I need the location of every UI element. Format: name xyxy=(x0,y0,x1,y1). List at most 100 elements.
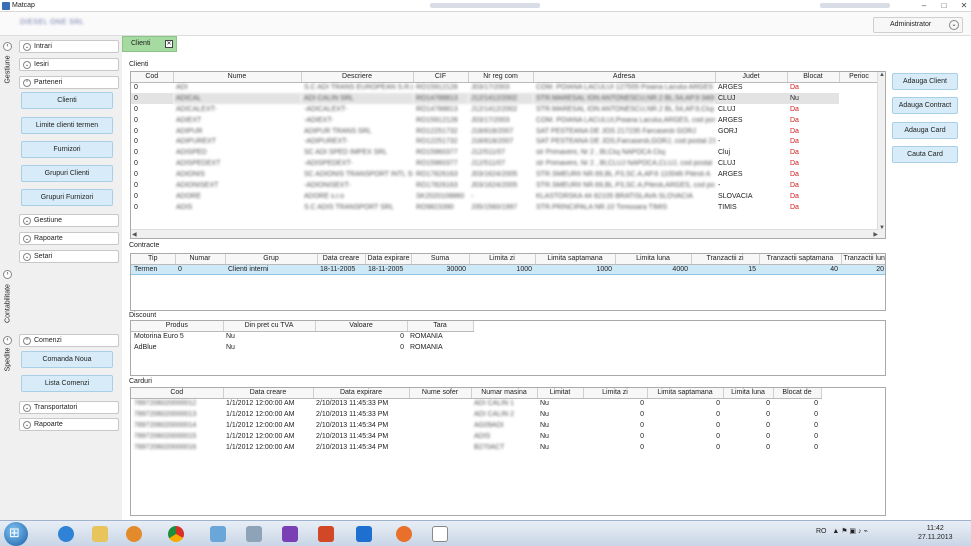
minimize-icon[interactable]: – xyxy=(919,1,929,10)
maximize-icon[interactable]: □ xyxy=(939,1,949,10)
clienti-table-row[interactable]: 0 ADICAL ADI CALIN SRL RO14788813 J12/1412/2… xyxy=(131,92,879,104)
chevron-left-icon[interactable]: ‹ xyxy=(3,42,12,51)
contracte-column-header[interactable]: Data expirare xyxy=(365,254,412,265)
clienti-column-header[interactable]: Nume xyxy=(173,72,302,83)
clienti-table-row[interactable]: 0 ADIONISEXT -ADIONISEXT- RO17826163 J03/162… xyxy=(131,180,879,191)
clienti-horizontal-scrollbar[interactable]: ◀ ▶ xyxy=(131,229,879,238)
chevron-left-icon[interactable]: ‹ xyxy=(3,336,12,345)
sidebar-group-iesiri[interactable]: ⌄ Iesiri xyxy=(19,58,119,71)
contracte-column-header[interactable]: Limita saptamana xyxy=(535,254,616,265)
contracte-column-header[interactable]: Suma xyxy=(411,254,470,265)
carduri-table-row[interactable]: 7897206020000016 1/1/2012 12:00:00 AM 2/10… xyxy=(131,442,821,453)
discount-column-header[interactable]: Produs xyxy=(131,321,224,332)
contracte-column-header[interactable]: Grup xyxy=(225,254,318,265)
sidebar-item-furnizori[interactable]: Furnizori xyxy=(21,141,113,158)
contracte-column-header[interactable]: Limita zi xyxy=(469,254,536,265)
clienti-table-row[interactable]: 0 ADISPED SC ADI SPED IMPEX SRL RO15960377 J… xyxy=(131,147,879,158)
discount-table-row[interactable]: AdBlue Nu 0 ROMANIA xyxy=(131,342,473,353)
carduri-column-header[interactable]: Cod xyxy=(131,388,224,399)
add-card-button[interactable]: Adauga Card xyxy=(892,122,958,139)
system-tray[interactable]: RO ▲ ⚑ ▣ ♪ ⌁ xyxy=(816,527,868,535)
clienti-column-header[interactable]: Perioc xyxy=(839,72,880,83)
clienti-table-row[interactable]: 0 ADICALEXT- -ADICALEXT- RO14788813 J12/1412… xyxy=(131,104,879,115)
sidebar-item-grupuri-clienti[interactable]: Grupuri Clienti xyxy=(21,165,113,182)
tools-icon[interactable] xyxy=(240,523,268,545)
contracte-column-header[interactable]: Data creare xyxy=(317,254,366,265)
vtab-spedite[interactable]: ‹ Spedite xyxy=(0,334,15,374)
clienti-table-row[interactable]: 0 ADISPEDEXT -ADISPEDEXT- RO15960377 J12/511… xyxy=(131,158,879,169)
clienti-table-row[interactable]: 0 ADIS S.C ADIS TRANSPORT SRL RO9823390 J35/… xyxy=(131,202,879,213)
sidebar-item-grupuri-furnizori[interactable]: Grupuri Furnizori xyxy=(21,189,113,206)
teamviewer-icon[interactable] xyxy=(350,523,378,545)
add-contract-button[interactable]: Adauga Contract xyxy=(892,97,958,114)
scroll-down-icon[interactable]: ▼ xyxy=(879,225,885,231)
discount-column-header[interactable]: Din pret cu TVA xyxy=(223,321,316,332)
sidebar-item-lista-comenzi[interactable]: Lista Comenzi xyxy=(21,375,113,392)
contracte-column-header[interactable]: Tip xyxy=(131,254,176,265)
powerpoint-icon[interactable] xyxy=(312,523,340,545)
sidebar-item-limite-clienti-termen[interactable]: Limite clienti termen xyxy=(21,117,113,134)
clienti-table-row[interactable]: 0 ADI S.C ADI TRANS EUROPEAN S.R.L RO159121… xyxy=(131,82,879,93)
chevron-right-icon[interactable]: › xyxy=(3,270,12,279)
clienti-column-header[interactable]: Blocat xyxy=(787,72,840,83)
carduri-column-header[interactable]: Blocat de xyxy=(773,388,822,399)
matcap-app-icon[interactable] xyxy=(426,523,454,545)
media-player-icon[interactable] xyxy=(120,523,148,545)
carduri-table-row[interactable]: 7897206020000012 1/1/2012 12:00:00 AM 2/10… xyxy=(131,398,821,409)
user-menu-button[interactable]: Administrator ⌄ xyxy=(873,17,963,33)
clienti-column-header[interactable]: Descriere xyxy=(301,72,414,83)
sidebar-item-comanda-noua[interactable]: Comanda Noua xyxy=(21,351,113,368)
contracte-column-header[interactable]: Tranzactii saptamana xyxy=(759,254,842,265)
contracte-column-header[interactable]: Tranzactii zi xyxy=(691,254,760,265)
clienti-column-header[interactable]: CIF xyxy=(413,72,469,83)
carduri-column-header[interactable]: Limita zi xyxy=(583,388,648,399)
scroll-up-icon[interactable]: ▲ xyxy=(879,72,885,78)
tab-clienti[interactable]: Clienti ✕ xyxy=(122,36,177,52)
contracte-column-header[interactable]: Tranzactii luna xyxy=(841,254,885,265)
carduri-table-row[interactable]: 7897206020000013 1/1/2012 12:00:00 AM 2/10… xyxy=(131,409,821,420)
sidebar-group-setari[interactable]: ⌄ Setari xyxy=(19,250,119,263)
ie-icon[interactable] xyxy=(52,523,80,545)
sidebar-group-comenzi[interactable]: ⌃ Comenzi xyxy=(19,334,119,347)
visual-studio-icon[interactable] xyxy=(276,523,304,545)
clock[interactable]: 11:42 27.11.2013 xyxy=(918,524,953,542)
clienti-column-header[interactable]: Judet xyxy=(715,72,788,83)
carduri-column-header[interactable]: Data creare xyxy=(223,388,314,399)
sidebar-group-parteneri[interactable]: ⌃ Parteneri xyxy=(19,76,119,89)
sidebar-group-rapoarte[interactable]: ⌄ Rapoarte xyxy=(19,232,119,245)
paint-icon[interactable] xyxy=(204,523,232,545)
clienti-table-row[interactable]: 0 ADIPUREXT -ADIPUREXT- RO12251732 J18/818/2… xyxy=(131,136,879,147)
discount-column-header[interactable]: Valoare xyxy=(315,321,408,332)
carduri-table-row[interactable]: 7897206020000015 1/1/2012 12:00:00 AM 2/10… xyxy=(131,431,821,442)
scroll-left-icon[interactable]: ◀ xyxy=(132,231,137,238)
contracte-table-row[interactable]: Termen 0 Clienti interni 18-11-2005 18-11-20… xyxy=(131,263,885,276)
discount-column-header[interactable]: Tara xyxy=(407,321,474,332)
tray-icons[interactable]: ▲ ⚑ ▣ ♪ ⌁ xyxy=(828,528,867,535)
sidebar-group-intrari[interactable]: ⌄ Intrari xyxy=(19,40,119,53)
carduri-column-header[interactable]: Numar masina xyxy=(471,388,538,399)
clienti-table-row[interactable]: 0 ADORE ADORE s.r.o SK2020108860- KLASTORSKA… xyxy=(131,191,879,202)
add-client-button[interactable]: Adauga Client xyxy=(892,73,958,90)
contracte-column-header[interactable]: Numar xyxy=(175,254,226,265)
carduri-table-row[interactable]: 7897206020000014 1/1/2012 12:00:00 AM 2/10… xyxy=(131,420,821,431)
language-indicator[interactable]: RO xyxy=(816,528,827,535)
vtab-gestiune[interactable]: ‹ Gestiune xyxy=(0,40,15,100)
clienti-table-row[interactable]: 0 ADIPUR ADIPUR TRANS SRL RO12251732 J18/818… xyxy=(131,126,879,137)
search-card-button[interactable]: Cauta Card xyxy=(892,146,958,163)
sidebar-group-transportatori[interactable]: ⌄ Transportatori xyxy=(19,401,119,414)
clienti-column-header[interactable]: Nr reg com xyxy=(468,72,534,83)
firefox-icon[interactable] xyxy=(390,523,418,545)
clienti-column-header[interactable]: Cod xyxy=(131,72,174,83)
carduri-column-header[interactable]: Limitat xyxy=(537,388,584,399)
clienti-column-header[interactable]: Adresa xyxy=(533,72,716,83)
clienti-table-row[interactable]: 0 ADIONIS SC ADIONIS TRANSPORT INTL SRL RO1… xyxy=(131,169,879,180)
clienti-table-row[interactable]: 0 ADIEXT -ADIEXT- RO15912128 J03/17/2003 COM.… xyxy=(131,115,879,126)
clienti-vertical-scrollbar[interactable]: ▲ ▼ xyxy=(877,72,885,238)
carduri-column-header[interactable]: Limita luna xyxy=(723,388,774,399)
carduri-column-header[interactable]: Limita saptamana xyxy=(647,388,724,399)
close-icon[interactable]: ✕ xyxy=(959,1,969,10)
vtab-contabilitate[interactable]: › Contabilitate xyxy=(0,268,15,330)
explorer-icon[interactable] xyxy=(86,523,114,545)
sidebar-group-gestiune[interactable]: ⌄ Gestiune xyxy=(19,214,119,227)
contracte-column-header[interactable]: Limita luna xyxy=(615,254,692,265)
